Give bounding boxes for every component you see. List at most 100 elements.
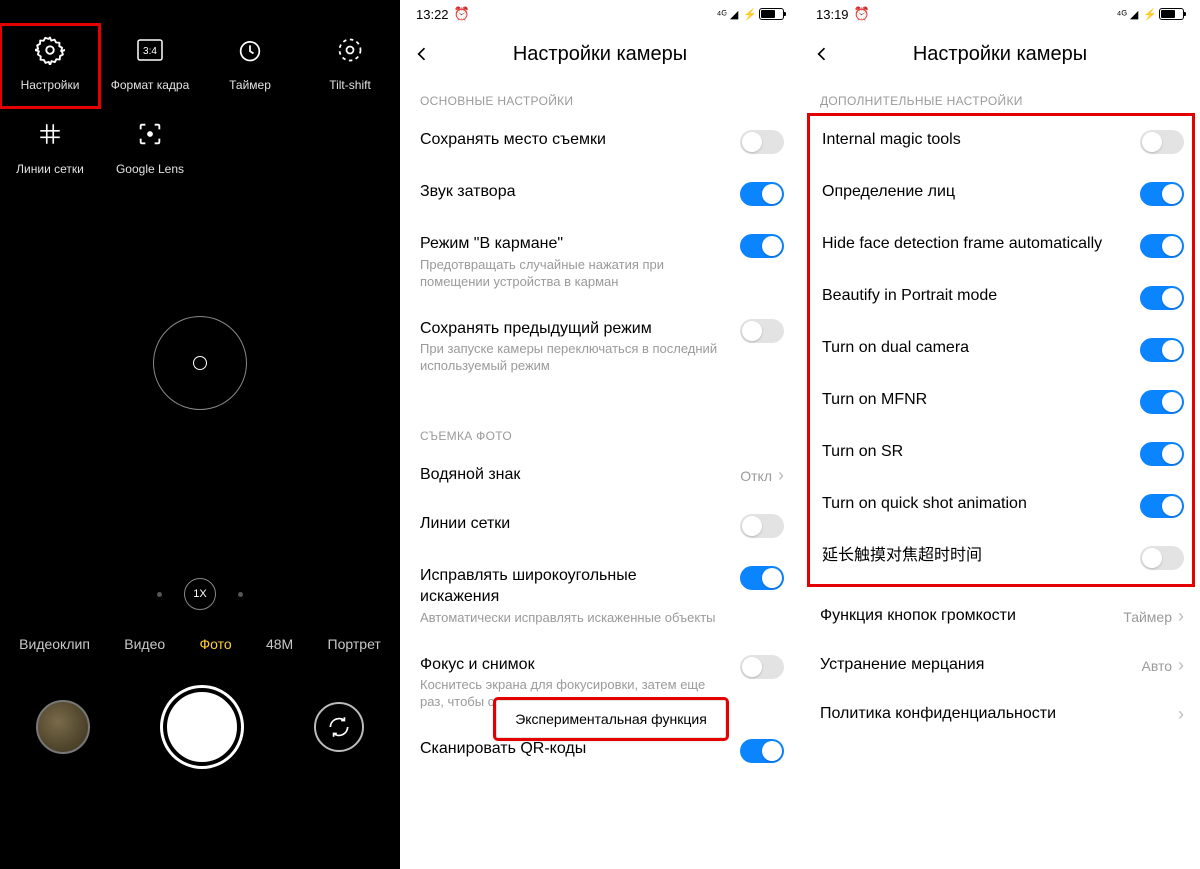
toggle-switch[interactable] [740,739,784,763]
toggle-switch[interactable] [740,130,784,154]
zoom-dot[interactable] [157,592,162,597]
settings-header: Настройки камеры [400,28,800,80]
tilt-shift-icon [332,32,368,68]
setting-beautify-portrait[interactable]: Beautify in Portrait mode [810,272,1192,324]
mode-video-clip[interactable]: Видеоклип [19,636,90,652]
setting-label: Turn on dual camera [822,338,1112,359]
zoom-level[interactable]: 1X [184,578,216,610]
settings-screen-advanced: 13:19 ⏰ ⁴ᴳ ◢ ⚡ Настройки камеры ДОПОЛНИТ… [800,0,1200,869]
setting-face-detection[interactable]: Определение лиц [810,168,1192,220]
alarm-icon: ⏰ [454,6,470,22]
back-button[interactable] [812,44,844,64]
toggle-switch[interactable] [740,655,784,679]
camera-option-timer[interactable]: Таймер [200,24,300,108]
svg-text:3:4: 3:4 [143,46,157,57]
setting-pocket-mode[interactable]: Режим "В кармане" Предотвращать случайны… [400,220,800,305]
setting-dual-camera[interactable]: Turn on dual camera [810,324,1192,376]
toggle-switch[interactable] [740,514,784,538]
settings-list[interactable]: ОСНОВНЫЕ НАСТРОЙКИ Сохранять место съемк… [400,80,800,869]
chevron-right-icon: › [1178,704,1184,725]
toggle-switch[interactable] [1140,130,1184,154]
highlighted-settings-group: Internal magic tools Определение лиц Hid… [810,116,1192,584]
toggle-switch[interactable] [1140,286,1184,310]
setting-volume-buttons[interactable]: Функция кнопок громкости Таймер› [800,592,1200,641]
setting-watermark[interactable]: Водяной знак Откл› [400,451,800,500]
chevron-left-icon [812,44,832,64]
camera-option-aspect[interactable]: 3:4 Формат кадра [100,24,200,108]
setting-label: Turn on SR [822,442,1112,463]
setting-label: Водяной знак [420,465,720,486]
setting-sr[interactable]: Turn on SR [810,428,1192,480]
setting-value: Авто [1141,658,1172,674]
battery-percent: 57 [723,10,732,19]
chevron-left-icon [412,44,432,64]
toggle-switch[interactable] [1140,390,1184,414]
chevron-right-icon: › [1178,606,1184,627]
toggle-switch[interactable] [740,234,784,258]
setting-touch-focus-timeout[interactable]: 延长触摸对焦超时时间 [810,532,1192,584]
back-button[interactable] [412,44,444,64]
setting-sublabel: Предотвращать случайные нажатия при поме… [420,257,720,291]
setting-save-prev-mode[interactable]: Сохранять предыдущий режим При запуске к… [400,305,800,390]
toggle-switch[interactable] [1140,494,1184,518]
section-header: ДОПОЛНИТЕЛЬНЫЕ НАСТРОЙКИ [800,80,1200,116]
mode-video[interactable]: Видео [124,636,165,652]
setting-label: Режим "В кармане" [420,234,720,255]
setting-label: Звук затвора [420,182,720,203]
setting-antibanding[interactable]: Устранение мерцания Авто › [800,641,1200,690]
toggle-switch[interactable] [1140,182,1184,206]
setting-gridlines[interactable]: Линии сетки [400,500,800,552]
camera-modes[interactable]: Видеоклип Видео Фото 48M Портрет [0,620,400,668]
zoom-dot[interactable] [238,592,243,597]
camera-option-label: Google Lens [116,162,184,176]
toggle-switch[interactable] [1140,234,1184,258]
focus-ring [153,316,247,410]
settings-list[interactable]: ДОПОЛНИТЕЛЬНЫЕ НАСТРОЙКИ Internal magic … [800,80,1200,869]
setting-label: Turn on quick shot animation [822,494,1112,515]
focus-center-icon [193,356,207,370]
toggle-switch[interactable] [1140,442,1184,466]
gallery-thumbnail[interactable] [36,700,90,754]
toggle-switch[interactable] [1140,546,1184,570]
camera-option-label: Настройки [21,78,80,92]
google-lens-icon [132,116,168,152]
toggle-switch[interactable] [1140,338,1184,362]
lightning-icon: ⚡ [743,8,757,21]
setting-mfnr[interactable]: Turn on MFNR [810,376,1192,428]
toggle-switch[interactable] [740,566,784,590]
experimental-popup[interactable]: Экспериментальная функция [496,700,726,738]
setting-sublabel: Автоматически исправлять искаженные объе… [420,610,720,627]
camera-option-grid[interactable]: Линии сетки [0,108,100,192]
setting-wideangle-correction[interactable]: Исправлять широкоугольные искажения Авто… [400,552,800,640]
setting-label: Устранение мерцания [820,655,1100,676]
setting-quick-shot-anim[interactable]: Turn on quick shot animation [810,480,1192,532]
mode-48m[interactable]: 48M [266,636,293,652]
camera-option-settings[interactable]: Настройки [0,24,100,108]
setting-shutter-sound[interactable]: Звук затвора [400,168,800,220]
camera-option-lens[interactable]: Google Lens [100,108,200,192]
switch-camera-button[interactable] [314,702,364,752]
grid-icon [32,116,68,152]
lightning-icon: ⚡ [1143,8,1157,21]
setting-value: Таймер [1123,609,1172,625]
setting-label: Фокус и снимок [420,655,720,676]
setting-privacy-policy[interactable]: Политика конфиденциальности › [800,690,1200,739]
camera-viewfinder[interactable]: 1X [0,200,400,620]
setting-internal-magic[interactable]: Internal magic tools [810,116,1192,168]
section-header: ОСНОВНЫЕ НАСТРОЙКИ [400,80,800,116]
toggle-switch[interactable] [740,182,784,206]
mode-portrait[interactable]: Портрет [328,636,381,652]
battery-indicator: ⚡ [1143,8,1184,21]
shutter-button[interactable] [163,688,241,766]
chevron-right-icon: › [1178,655,1184,676]
camera-option-tiltshift[interactable]: Tilt-shift [300,24,400,108]
setting-label: Политика конфиденциальности [820,704,1120,725]
status-bar: 13:19 ⏰ ⁴ᴳ ◢ ⚡ [800,0,1200,28]
setting-save-location[interactable]: Сохранять место съемки [400,116,800,168]
zoom-bar[interactable]: 1X [157,578,243,610]
setting-hide-face-frame[interactable]: Hide face detection frame automatically [810,220,1192,272]
setting-sublabel: При запуске камеры переключаться в после… [420,341,720,375]
settings-header: Настройки камеры [800,28,1200,80]
toggle-switch[interactable] [740,319,784,343]
mode-photo[interactable]: Фото [199,636,231,652]
